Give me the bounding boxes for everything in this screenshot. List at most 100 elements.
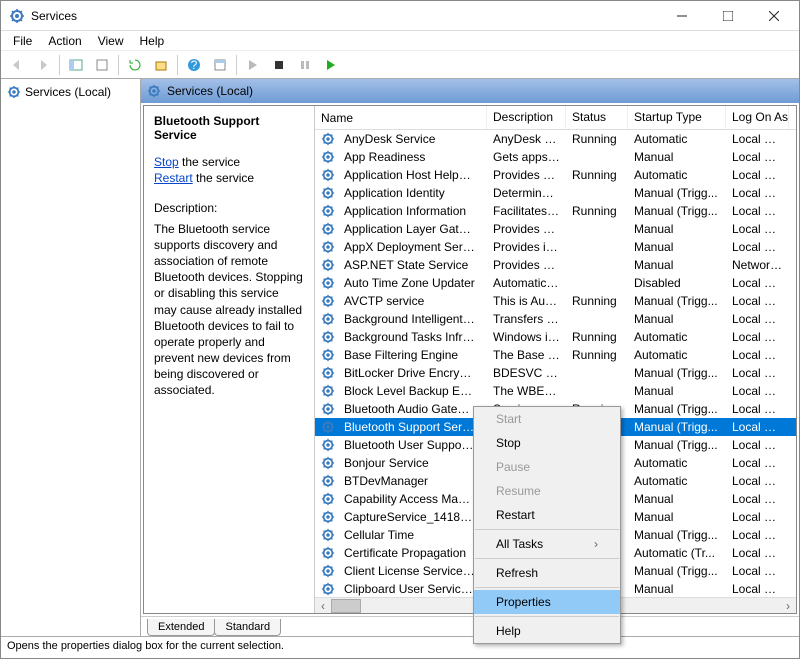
cell-name: Application Layer Gateway S... bbox=[338, 222, 481, 236]
cell-startup: Manual (Trigg... bbox=[628, 528, 726, 542]
table-row[interactable]: AppX Deployment Service (A...Provides in… bbox=[315, 238, 796, 256]
gear-icon bbox=[321, 276, 335, 290]
context-menu: Start Stop Pause Resume Restart All Task… bbox=[473, 406, 621, 644]
restart-link[interactable]: Restart bbox=[154, 171, 193, 185]
stop-service-button[interactable] bbox=[267, 53, 291, 77]
ctx-stop[interactable]: Stop bbox=[474, 431, 620, 455]
properties-button[interactable] bbox=[208, 53, 232, 77]
open-button[interactable] bbox=[149, 53, 173, 77]
col-status[interactable]: Status bbox=[566, 106, 628, 129]
help-button[interactable]: ? bbox=[182, 53, 206, 77]
table-row[interactable]: AnyDesk ServiceAnyDesk su...RunningAutom… bbox=[315, 130, 796, 148]
cell-startup: Manual bbox=[628, 222, 726, 236]
cell-logon: Local Servic bbox=[726, 528, 789, 542]
forward-button[interactable] bbox=[31, 53, 55, 77]
table-row[interactable]: App ReadinessGets apps re...ManualLocal … bbox=[315, 148, 796, 166]
menu-action[interactable]: Action bbox=[40, 32, 89, 50]
ctx-properties[interactable]: Properties bbox=[474, 590, 620, 614]
back-button[interactable] bbox=[5, 53, 29, 77]
cell-name: Cellular Time bbox=[338, 528, 420, 542]
table-row[interactable]: Block Level Backup Engine S...The WBENGI… bbox=[315, 382, 796, 400]
cell-description: The Base Filt... bbox=[487, 348, 566, 362]
gear-icon bbox=[321, 168, 335, 182]
stop-link[interactable]: Stop bbox=[154, 155, 179, 169]
grid-header: Name Description Status Startup Type Log… bbox=[315, 106, 796, 130]
maximize-button[interactable] bbox=[705, 1, 751, 31]
col-log-on-as[interactable]: Log On As bbox=[726, 106, 789, 129]
tree-root[interactable]: Services (Local) bbox=[5, 83, 136, 101]
gear-icon bbox=[321, 366, 335, 380]
services-grid[interactable]: Name Description Status Startup Type Log… bbox=[314, 106, 796, 613]
cell-startup: Automatic (Tr... bbox=[628, 546, 726, 560]
restart-service-button[interactable] bbox=[319, 53, 343, 77]
cell-status: Running bbox=[566, 168, 628, 182]
pause-service-button[interactable] bbox=[293, 53, 317, 77]
scroll-right-icon[interactable]: › bbox=[780, 599, 796, 613]
scroll-left-icon[interactable]: ‹ bbox=[315, 599, 331, 613]
close-button[interactable] bbox=[751, 1, 797, 31]
ctx-restart[interactable]: Restart bbox=[474, 503, 620, 527]
table-row[interactable]: Application IdentityDetermines ...Manual… bbox=[315, 184, 796, 202]
cell-logon: Local Syster bbox=[726, 510, 789, 524]
cell-name: CaptureService_141823fd bbox=[338, 510, 481, 524]
table-row[interactable]: BitLocker Drive Encryption S...BDESVC ho… bbox=[315, 364, 796, 382]
service-title: Bluetooth Support Service bbox=[154, 114, 259, 142]
ctx-all-tasks[interactable]: All Tasks bbox=[474, 532, 620, 556]
cell-description: Provides infr... bbox=[487, 240, 566, 254]
gear-icon bbox=[321, 132, 335, 146]
table-row[interactable]: Background Tasks Infrastruc...Windows in… bbox=[315, 328, 796, 346]
col-description[interactable]: Description bbox=[487, 106, 566, 129]
cell-startup: Automatic bbox=[628, 330, 726, 344]
toolbar: ? bbox=[1, 51, 799, 79]
cell-description: Determines ... bbox=[487, 186, 566, 200]
tab-standard[interactable]: Standard bbox=[214, 619, 281, 636]
menu-file[interactable]: File bbox=[5, 32, 40, 50]
gear-icon bbox=[321, 330, 335, 344]
cell-logon: Local Servic bbox=[726, 294, 789, 308]
scroll-thumb[interactable] bbox=[331, 599, 361, 613]
menu-view[interactable]: View bbox=[90, 32, 132, 50]
table-row[interactable]: AVCTP serviceThis is Audio...RunningManu… bbox=[315, 292, 796, 310]
cell-logon: Local Syster bbox=[726, 546, 789, 560]
cell-startup: Manual (Trigg... bbox=[628, 294, 726, 308]
cell-name: Application Host Helper Serv... bbox=[338, 168, 481, 182]
menu-help[interactable]: Help bbox=[132, 32, 173, 50]
cell-logon: Local Syster bbox=[726, 564, 789, 578]
col-name[interactable]: Name bbox=[315, 106, 487, 129]
ctx-refresh[interactable]: Refresh bbox=[474, 561, 620, 585]
console-tree[interactable]: Services (Local) bbox=[1, 79, 141, 636]
table-row[interactable]: ASP.NET State ServiceProvides sup...Manu… bbox=[315, 256, 796, 274]
minimize-button[interactable] bbox=[659, 1, 705, 31]
table-row[interactable]: Application Layer Gateway S...Provides s… bbox=[315, 220, 796, 238]
cell-startup: Manual bbox=[628, 384, 726, 398]
ctx-pause[interactable]: Pause bbox=[474, 455, 620, 479]
gear-icon bbox=[321, 312, 335, 326]
table-row[interactable]: Base Filtering EngineThe Base Filt...Run… bbox=[315, 346, 796, 364]
export-button[interactable] bbox=[90, 53, 114, 77]
refresh-button[interactable] bbox=[123, 53, 147, 77]
cell-description: Windows inf... bbox=[487, 330, 566, 344]
start-service-button[interactable] bbox=[241, 53, 265, 77]
cell-logon: Local Syster bbox=[726, 582, 789, 596]
table-row[interactable]: Background Intelligent Trans...Transfers… bbox=[315, 310, 796, 328]
cell-name: Application Identity bbox=[338, 186, 451, 200]
cell-startup: Manual (Trigg... bbox=[628, 366, 726, 380]
gear-icon bbox=[321, 474, 335, 488]
cell-startup: Manual bbox=[628, 492, 726, 506]
ctx-help[interactable]: Help bbox=[474, 619, 620, 643]
cell-logon: Local Syster bbox=[726, 492, 789, 506]
cell-description: The WBENGI... bbox=[487, 384, 566, 398]
show-hide-tree-button[interactable] bbox=[64, 53, 88, 77]
cell-name: Capability Access Manager S bbox=[338, 492, 481, 506]
cell-logon: Local Syster bbox=[726, 330, 789, 344]
ctx-start[interactable]: Start bbox=[474, 407, 620, 431]
col-startup-type[interactable]: Startup Type bbox=[628, 106, 726, 129]
cell-logon: Local Servic bbox=[726, 222, 789, 236]
table-row[interactable]: Application Host Helper Serv...Provides … bbox=[315, 166, 796, 184]
table-row[interactable]: Auto Time Zone UpdaterAutomaticall...Dis… bbox=[315, 274, 796, 292]
ctx-resume[interactable]: Resume bbox=[474, 479, 620, 503]
table-row[interactable]: Application InformationFacilitates th...… bbox=[315, 202, 796, 220]
tab-extended[interactable]: Extended bbox=[147, 619, 215, 636]
cell-name: Bonjour Service bbox=[338, 456, 435, 470]
cell-startup: Manual (Trigg... bbox=[628, 438, 726, 452]
